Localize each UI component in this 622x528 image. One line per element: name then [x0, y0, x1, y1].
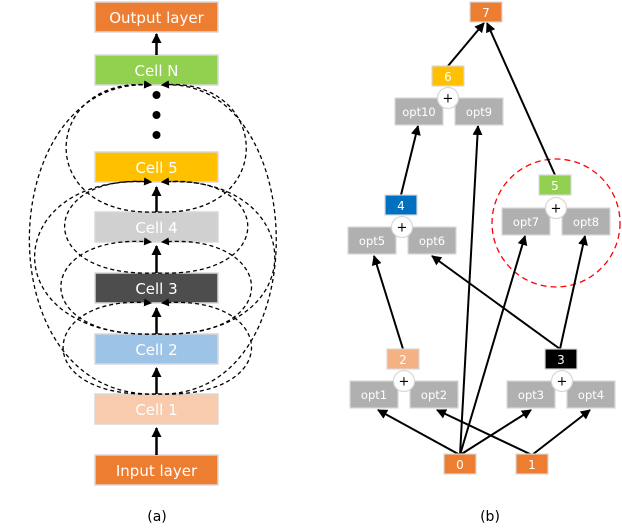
node-label: 2 — [399, 353, 407, 367]
op-opt8: opt8 — [561, 207, 611, 236]
op-label: opt2 — [421, 388, 447, 402]
add-icon: + — [392, 369, 416, 393]
op-opt10: opt10 — [394, 97, 444, 126]
node-4: 4 — [384, 194, 418, 216]
op-opt7: opt7 — [501, 207, 551, 236]
box-cell2: Cell 2 — [94, 333, 219, 365]
op-label: opt6 — [419, 234, 445, 248]
edge-arrow — [371, 255, 404, 350]
op-label: opt5 — [359, 234, 385, 248]
box-output: Output layer — [94, 1, 219, 33]
op-opt9: opt9 — [454, 97, 504, 126]
box-cell1: Cell 1 — [94, 393, 219, 425]
op-label: opt4 — [578, 388, 604, 402]
box-cellN: Cell N — [94, 54, 219, 86]
node-0: 0 — [443, 453, 477, 475]
box-label: Output layer — [109, 9, 204, 27]
box-cell3: Cell 3 — [94, 272, 219, 304]
edge-arrow — [559, 235, 588, 350]
box-label: Cell 2 — [135, 341, 177, 359]
edge-arrow — [447, 22, 485, 67]
node-label: 3 — [557, 353, 565, 367]
box-cell5: Cell 5 — [94, 151, 219, 183]
skip-connection-left — [65, 80, 157, 213]
skip-connection-left — [34, 177, 157, 335]
op-opt6: opt6 — [407, 226, 457, 255]
box-label: Cell 3 — [135, 280, 177, 298]
add-icon: + — [550, 369, 574, 393]
ellipsis-dot — [152, 131, 161, 139]
op-label: opt7 — [513, 215, 539, 229]
node-6: 6 — [431, 65, 465, 87]
box-label: Cell 1 — [135, 401, 177, 419]
op-label: opt8 — [573, 215, 599, 229]
ellipsis-dot — [152, 111, 161, 119]
edge-arrow — [436, 409, 533, 456]
plus-sign: + — [399, 375, 410, 390]
edge-arrow — [531, 409, 591, 456]
node-label: 0 — [456, 458, 464, 472]
node-label: 4 — [397, 199, 405, 213]
add-icon: + — [436, 86, 460, 110]
box-label: Cell 5 — [135, 159, 177, 177]
plus-sign: + — [557, 375, 568, 390]
op-opt4: opt4 — [566, 380, 616, 409]
node-1: 1 — [515, 453, 549, 475]
op-opt2: opt2 — [409, 380, 459, 409]
box-cell4: Cell 4 — [94, 211, 219, 243]
op-label: opt10 — [402, 105, 435, 119]
box-label: Cell 4 — [135, 219, 177, 237]
node-2: 2 — [386, 348, 420, 370]
node-5: 5 — [538, 174, 572, 196]
op-label: opt3 — [518, 388, 544, 402]
edge-arrow — [400, 125, 421, 196]
skip-connection-right — [157, 177, 276, 335]
op-opt3: opt3 — [506, 380, 556, 409]
op-opt5: opt5 — [347, 226, 397, 255]
plus-sign: + — [443, 92, 454, 107]
plus-sign: + — [551, 202, 562, 217]
skip-connection-right — [157, 80, 247, 213]
node-7: 7 — [469, 1, 503, 23]
box-label: Cell N — [134, 62, 178, 80]
box-label: Input layer — [116, 462, 198, 480]
op-opt1: opt1 — [349, 380, 399, 409]
add-icon: + — [544, 196, 568, 220]
op-label: opt9 — [466, 105, 492, 119]
op-label: opt1 — [361, 388, 387, 402]
node-label: 6 — [444, 70, 452, 84]
node-label: 7 — [482, 6, 490, 20]
caption-b: (b) — [480, 509, 500, 525]
node-3: 3 — [544, 348, 578, 370]
node-label: 1 — [528, 458, 536, 472]
diagram-canvas: Output layer Cell N Cell 5 Cell 4 Cell 3 Cell… — [28, 1, 621, 525]
caption-a: (a) — [147, 509, 167, 525]
add-icon: + — [390, 215, 414, 239]
ellipsis-dot — [152, 91, 161, 99]
plus-sign: + — [397, 221, 408, 236]
edge-arrow — [377, 409, 461, 456]
figure: Output layer Cell N Cell 5 Cell 4 Cell 3 Cell… — [0, 0, 622, 528]
box-input: Input layer — [94, 454, 219, 486]
node-label: 5 — [551, 179, 559, 193]
